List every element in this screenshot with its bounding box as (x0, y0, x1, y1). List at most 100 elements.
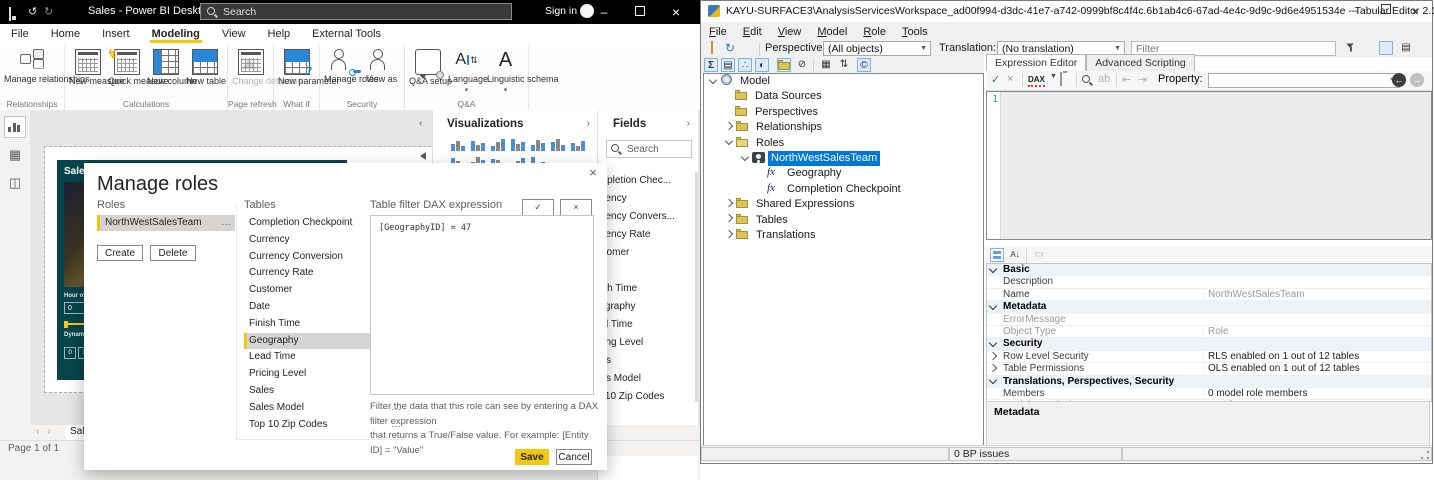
save-button[interactable]: Save (515, 449, 549, 465)
visual-type-icon[interactable] (511, 138, 526, 151)
fields-scrollbar[interactable] (695, 172, 698, 402)
new-measure-button[interactable]: New measure (68, 47, 125, 88)
model-view-button[interactable]: ◫ (4, 172, 26, 194)
q&a-setup-button[interactable]: Q&A setup (408, 47, 452, 88)
collapse-pane-icon[interactable] (420, 152, 426, 160)
expander-icon[interactable] (724, 136, 734, 146)
slider-start-value[interactable]: 0 (64, 302, 86, 314)
property-value[interactable]: 0 model role members (1203, 387, 1307, 400)
menu-view[interactable]: View (211, 24, 257, 42)
visual-type-icon[interactable] (471, 138, 486, 151)
expression-code-area[interactable]: 1 (986, 91, 1432, 240)
visual-type-icon[interactable] (571, 138, 586, 151)
list-view-icon[interactable]: ▤ (1399, 41, 1413, 55)
format-dax-icon[interactable]: DAX (1028, 75, 1045, 87)
collapse-left-icon[interactable]: ‹ (419, 118, 422, 129)
save-icon[interactable] (9, 5, 11, 21)
cancel-button[interactable]: Cancel (556, 449, 592, 465)
visual-type-icon[interactable] (491, 138, 506, 151)
categorized-view-icon[interactable] (990, 248, 1004, 262)
menu-modeling[interactable]: Modeling (141, 24, 211, 43)
delete-role-button[interactable]: Delete (150, 245, 196, 261)
accept-expression-icon[interactable]: ✓ (991, 73, 1000, 86)
expander-icon[interactable] (724, 229, 734, 238)
te-menu-edit[interactable]: Edit (735, 24, 770, 40)
paste-icon[interactable] (1060, 72, 1062, 86)
language-button[interactable]: A ⇅ Language ▾ (447, 47, 488, 95)
chevron-down-icon[interactable]: ▼ (1050, 73, 1057, 80)
property-value[interactable]: RLS enabled on 1 out of 12 tables (1203, 350, 1359, 363)
property-category[interactable]: Security (987, 338, 1431, 351)
property-select[interactable]: ▼ (1208, 73, 1400, 88)
expander-icon[interactable] (988, 351, 998, 360)
te-menu-tools[interactable]: Tools (894, 24, 936, 40)
te-menu-view[interactable]: View (770, 24, 810, 40)
back-icon[interactable]: ← (1392, 73, 1406, 87)
tree-view-icon[interactable] (1379, 41, 1393, 55)
expander-icon[interactable] (724, 213, 734, 223)
menu-file[interactable]: File (0, 24, 40, 42)
tree-node-model[interactable]: Model (704, 74, 983, 89)
te-menu-model[interactable]: Model (809, 24, 855, 40)
menu-insert[interactable]: Insert (91, 24, 141, 42)
columns-toggle-icon[interactable]: ▤ (721, 58, 735, 72)
dialog-close-icon[interactable]: × (585, 165, 601, 180)
tab-expression-editor[interactable]: Expression Editor (986, 54, 1087, 71)
expander-icon[interactable] (988, 363, 998, 373)
visual-type-icon[interactable] (451, 138, 466, 151)
maximize-button[interactable] (624, 0, 656, 24)
filter-icon[interactable] (1343, 43, 1357, 57)
property-row[interactable]: ErrorMessage (987, 314, 1431, 326)
new-column-button[interactable]: New column (146, 47, 197, 88)
fields-expand-icon[interactable]: › (687, 118, 690, 129)
cancel-expression-icon[interactable]: × (1007, 73, 1013, 85)
order-by-icon[interactable]: ▦ (819, 58, 833, 72)
minimize-button[interactable]: – (588, 0, 620, 24)
expander-icon[interactable] (740, 152, 750, 161)
revert-expression-button[interactable]: × (560, 199, 592, 216)
data-view-button[interactable]: ▦ (4, 144, 26, 166)
new-table-button[interactable]: New table (185, 47, 226, 88)
te-menu-file[interactable]: File (701, 24, 735, 40)
sign-in-button[interactable]: Sign in (545, 5, 577, 17)
visual-type-icon[interactable] (551, 138, 566, 151)
property-category[interactable]: Metadata (987, 301, 1431, 314)
global-search-input[interactable]: Search (200, 3, 512, 20)
menu-help[interactable]: Help (257, 24, 302, 42)
visual-type-icon[interactable] (531, 138, 546, 151)
database-icon[interactable] (741, 41, 755, 55)
metadata-info-toggle-icon[interactable]: © (857, 58, 871, 72)
tree-node-tables[interactable]: Tables (704, 213, 983, 228)
role-more-icon[interactable]: … (221, 215, 231, 231)
hierarchies-toggle-icon[interactable]: ∴ (738, 58, 752, 72)
forward-icon[interactable]: → (1410, 73, 1424, 87)
tree-node-geography[interactable]: fx Geography (704, 166, 983, 181)
property-row[interactable]: Object Type Role (987, 325, 1431, 339)
hidden-objects-toggle-icon[interactable]: ⊘ (795, 58, 809, 72)
te-menu-role[interactable]: Role (855, 24, 894, 40)
report-view-button[interactable] (4, 116, 26, 138)
manage-relationships-button[interactable]: Manage relationships (3, 47, 90, 86)
measures-toggle-icon[interactable]: Σ (704, 58, 718, 72)
property-row[interactable]: Table Permissions OLS enabled on 1 out of… (987, 363, 1431, 376)
alphabetical-sort-icon[interactable]: A↓ (1008, 248, 1022, 262)
folders-toggle-icon[interactable] (777, 58, 791, 72)
close-button[interactable]: × (660, 0, 692, 24)
te-maximize-button[interactable] (1371, 1, 1401, 22)
fields-search-input[interactable]: Search (606, 140, 692, 158)
tree-node-northwestsalesteam[interactable]: NorthWestSalesTeam (704, 150, 983, 166)
view-as-button[interactable]: View as (362, 47, 401, 86)
te-minimize-button[interactable]: – (1340, 1, 1370, 22)
te-close-button[interactable]: × (1400, 1, 1430, 22)
menu-home[interactable]: Home (40, 24, 91, 42)
tree-node-completion-checkpoint[interactable]: fx Completion Checkpoint (704, 182, 983, 197)
property-row[interactable]: Name NorthWestSalesTeam (987, 288, 1431, 302)
property-value[interactable]: NorthWestSalesTeam (1203, 288, 1305, 301)
linguistic-schema-button[interactable]: A Linguistic schema ▾ (486, 47, 559, 95)
flat-view-icon[interactable] (1361, 41, 1375, 55)
tree-node-data-sources[interactable]: Data Sources (704, 89, 983, 104)
property-value[interactable]: Role (1203, 325, 1229, 338)
property-row[interactable]: Description (987, 276, 1431, 289)
tree-node-relationships[interactable]: Relationships (704, 120, 983, 135)
property-value[interactable]: OLS enabled on 1 out of 12 tables (1203, 363, 1360, 375)
